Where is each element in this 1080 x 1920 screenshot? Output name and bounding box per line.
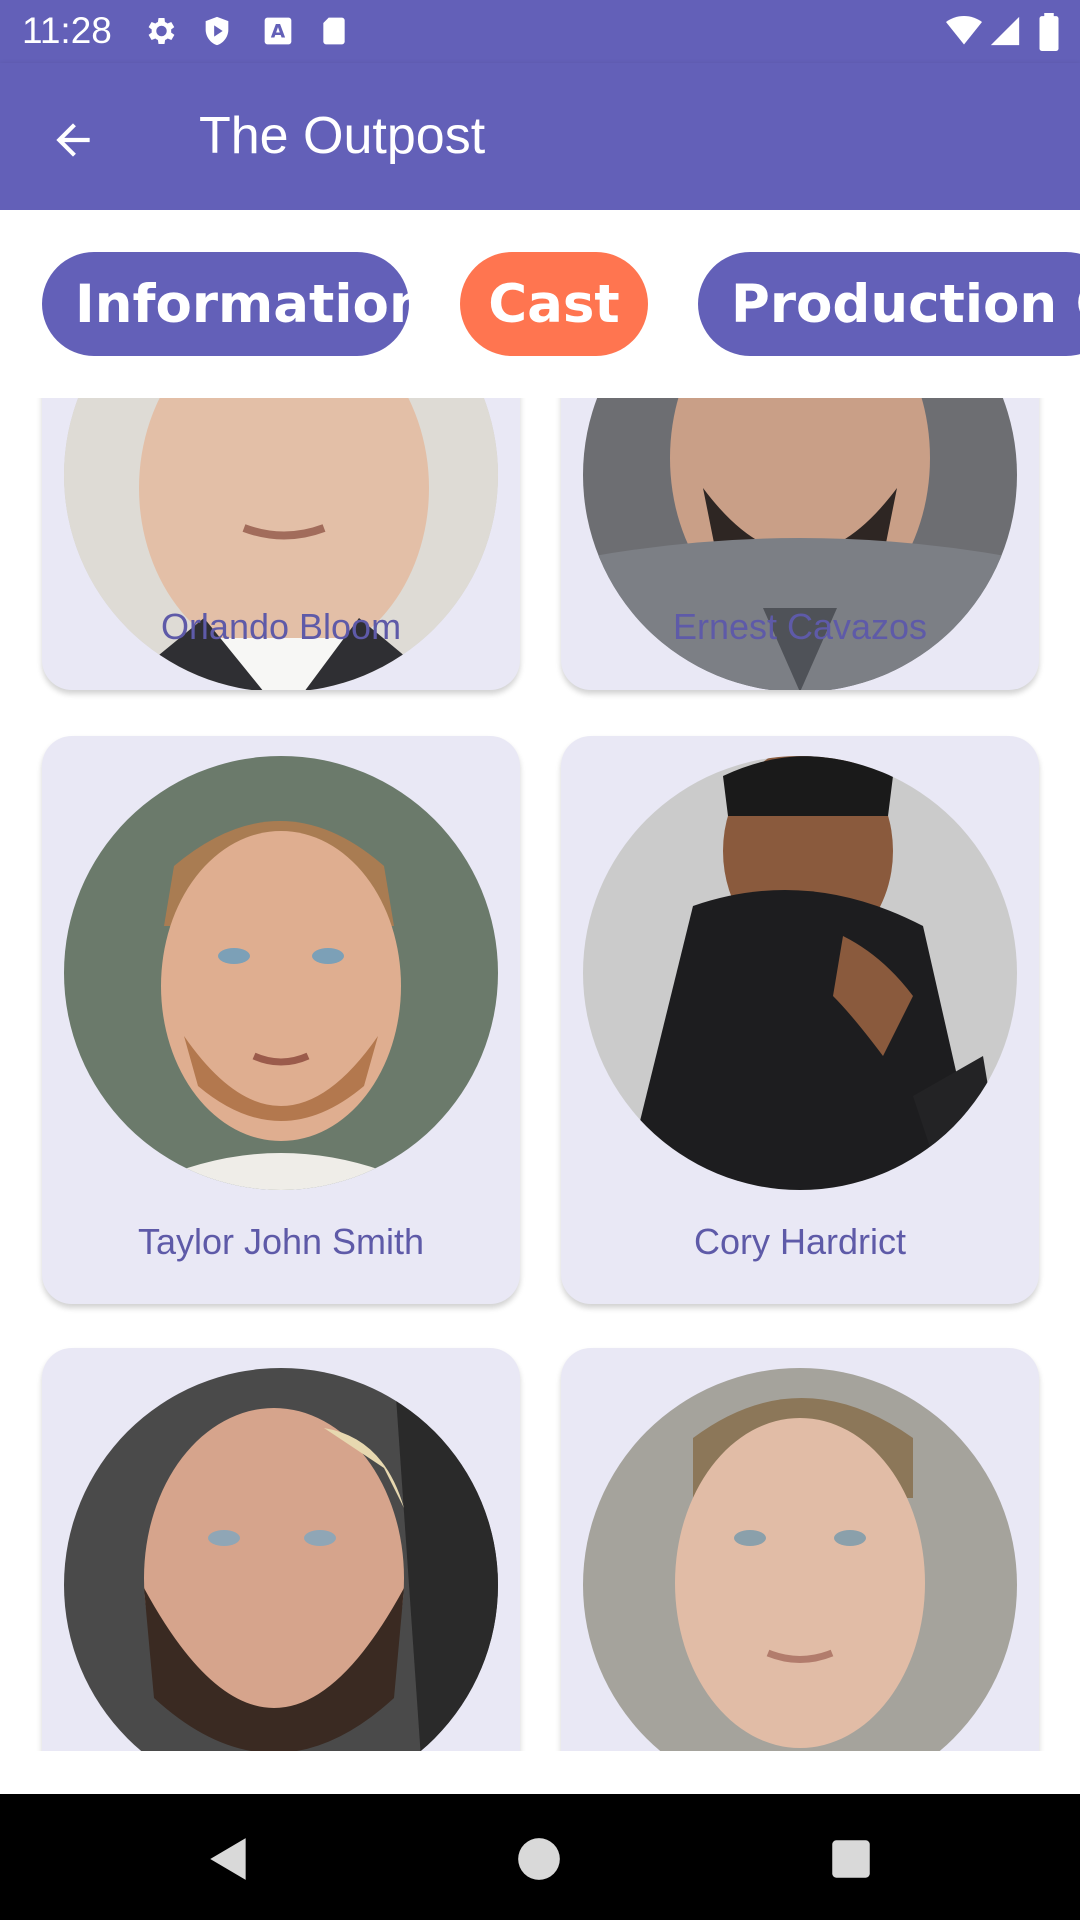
font-a-icon: A [262, 13, 294, 54]
tab-information[interactable]: Information [42, 252, 427, 356]
wifi-icon [944, 13, 984, 54]
signal-icon [988, 13, 1022, 54]
page-title: The Outpost [199, 107, 486, 165]
back-button[interactable] [40, 107, 106, 173]
cast-card[interactable] [42, 1348, 520, 1751]
shield-icon [200, 13, 234, 54]
nav-recents-button[interactable] [826, 1834, 876, 1884]
tab-production-companies[interactable]: Production Co [698, 252, 1080, 356]
nav-home-button[interactable] [514, 1834, 564, 1884]
app-bar: The Outpost [0, 63, 1080, 210]
cast-photo [583, 756, 1017, 1190]
cast-name: Taylor John Smith [137, 1221, 425, 1262]
cast-name: Ernest Cavazos [672, 606, 928, 647]
cast-name: Orlando Bloom [160, 606, 402, 647]
cast-grid[interactable]: Orlando Bloom Ernest Cavazos Taylor John… [0, 398, 1080, 1751]
gear-icon [142, 13, 178, 54]
cast-card[interactable]: Ernest Cavazos [561, 398, 1039, 690]
recents-square-icon [832, 1840, 870, 1878]
cast-card[interactable]: Cory Hardrict [561, 736, 1039, 1304]
svg-text:A: A [271, 22, 286, 43]
cast-photo [64, 1368, 498, 1751]
arrow-left-icon [56, 123, 90, 157]
cast-card[interactable]: Taylor John Smith [42, 736, 520, 1304]
sd-card-icon [318, 13, 350, 54]
nav-back-button[interactable] [204, 1834, 254, 1884]
home-circle-icon [518, 1838, 560, 1880]
cast-card[interactable] [561, 1348, 1039, 1751]
tab-cast[interactable]: Cast [460, 252, 648, 356]
status-bar: 11:28 A [0, 0, 1080, 63]
status-time: 11:28 [22, 10, 112, 51]
cast-name: Cory Hardrict [693, 1221, 907, 1262]
cast-photo [583, 1368, 1017, 1751]
system-nav-bar [0, 1794, 1080, 1920]
tab-strip: Information Cast Production Co [0, 210, 1080, 398]
back-triangle-icon [210, 1838, 246, 1880]
battery-icon [1038, 13, 1060, 56]
cast-card[interactable]: Orlando Bloom [42, 398, 520, 690]
cast-photo [64, 756, 498, 1190]
